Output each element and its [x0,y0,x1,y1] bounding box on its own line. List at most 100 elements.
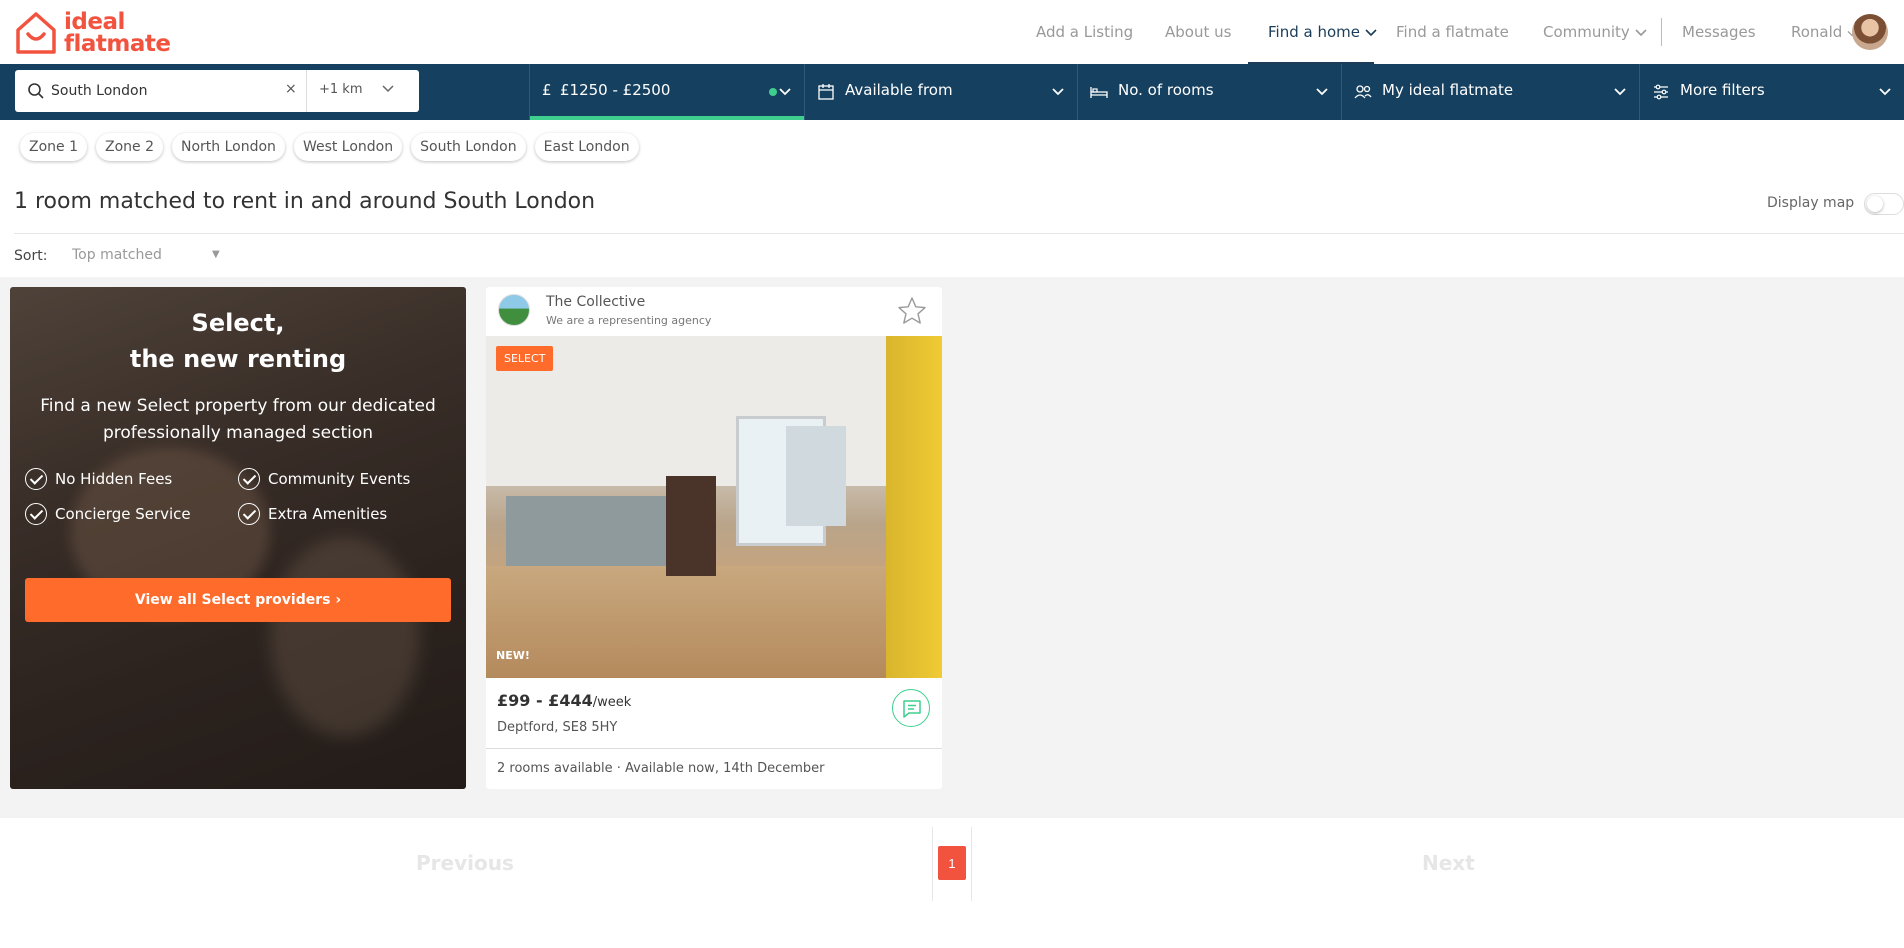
radius-select[interactable]: +1 km [319,82,363,97]
clear-icon[interactable]: × [285,81,297,97]
rooms-label: No. of rooms [1118,81,1214,99]
select-badge: SELECT [496,346,554,371]
listing-location: Deptford, SE8 5HY [497,720,618,735]
house-logo-icon [16,12,56,54]
previous-page-button[interactable]: Previous [416,851,514,875]
listing-price-unit: /week [592,695,632,710]
listing-photo[interactable]: SELECT NEW! [486,336,942,678]
view-select-providers-button[interactable]: View all Select providers › [25,578,451,622]
chat-icon [903,700,921,718]
agency-avatar [498,294,530,326]
next-page-button[interactable]: Next [1422,851,1475,875]
display-map-label: Display map [1767,195,1855,211]
available-from-filter[interactable]: Available from [804,64,1077,120]
chevron-down-icon [1365,29,1377,37]
nav-find-a-home[interactable]: Find a home [1268,23,1377,41]
user-menu[interactable]: Ronald [1791,23,1857,41]
more-filters[interactable]: More filters [1639,64,1904,120]
area-chips: Zone 1 Zone 2 North London West London S… [20,133,639,161]
logo[interactable]: ideal flatmate [14,10,171,56]
radius-divider [306,70,307,112]
promo-feature: Extra Amenities [238,503,387,525]
chip-south-london[interactable]: South London [411,133,526,161]
filter-bar: × +1 km £ £1250 - £2500 Available from N… [0,64,1904,120]
check-circle-icon [238,468,260,490]
nav-divider [1661,18,1662,46]
chevron-down-icon [1316,88,1328,96]
logo-text-line1: ideal [64,9,125,35]
nav-community[interactable]: Community [1543,23,1647,41]
chevron-down-icon[interactable] [381,82,395,96]
chip-zone-1[interactable]: Zone 1 [20,133,87,161]
price-filter[interactable]: £ £1250 - £2500 [529,64,804,120]
check-circle-icon [25,503,47,525]
top-header: ideal flatmate Add a Listing About us Fi… [0,0,1904,64]
photo-yellow-wall [886,336,942,678]
promo-feature: Concierge Service [25,503,191,525]
promo-feature-label: Concierge Service [55,505,191,523]
ideal-flatmate-filter[interactable]: My ideal flatmate [1341,64,1639,120]
search-icon [28,83,44,99]
chevron-down-icon [1879,88,1891,96]
sort-label: Sort: [14,248,48,264]
pagination-divider [971,827,972,901]
bed-icon [1090,87,1108,98]
available-from-label: Available from [845,81,953,99]
photo-furniture [666,476,716,576]
listing-availability: 2 rooms available · Available now, 14th … [497,761,825,776]
promo-feature-label: No Hidden Fees [55,470,173,488]
promo-title-line2: the new renting [129,345,347,373]
people-icon [1354,85,1372,99]
page-1-button[interactable]: 1 [938,846,966,880]
chip-west-london[interactable]: West London [293,133,403,161]
pound-icon: £ [542,81,552,99]
agency-name: The Collective [546,294,646,310]
promo-feature: Community Events [238,468,410,490]
active-filter-dot [769,88,777,96]
caret-down-icon[interactable]: ▼ [212,249,220,260]
nav-about-us[interactable]: About us [1165,23,1231,41]
chip-east-london[interactable]: East London [534,133,639,161]
chip-north-london[interactable]: North London [172,133,285,161]
price-filter-label: £1250 - £2500 [560,81,671,99]
nav-find-a-home-label: Find a home [1268,23,1360,41]
listing-card[interactable]: The Collective We are a representing age… [486,287,942,789]
location-search-input[interactable] [51,70,281,112]
rooms-filter[interactable]: No. of rooms [1077,64,1341,120]
logo-text-line2: flatmate [64,31,171,57]
sort-select[interactable]: Top matched [72,247,162,263]
new-badge: NEW! [496,649,530,662]
promo-title: Select, the new renting [10,305,466,377]
check-circle-icon [25,468,47,490]
results-title: 1 room matched to rent in and around Sou… [14,189,596,214]
star-icon[interactable] [897,296,927,326]
chip-zone-2[interactable]: Zone 2 [96,133,163,161]
message-button[interactable] [892,689,930,727]
chevron-down-icon [1614,88,1626,96]
select-promo-card: Select, the new renting Find a new Selec… [10,287,466,789]
logo-text: ideal flatmate [64,9,171,57]
calendar-icon [818,84,834,100]
chevron-down-icon [1052,88,1064,96]
sliders-icon [1654,84,1668,100]
promo-feature-label: Extra Amenities [268,505,388,523]
display-map-toggle[interactable] [1864,193,1904,215]
promo-feature-label: Community Events [268,470,411,488]
nav-add-listing[interactable]: Add a Listing [1036,23,1133,41]
price-filter-active-bar [530,116,804,120]
nav-messages[interactable]: Messages [1682,23,1756,41]
avatar[interactable] [1852,14,1888,50]
nav-find-a-flatmate[interactable]: Find a flatmate [1396,23,1509,41]
check-circle-icon [238,503,260,525]
agency-subtitle: We are a representing agency [546,314,712,327]
pagination-divider [932,827,933,901]
chevron-down-icon [1635,29,1647,37]
photo-floor [486,566,942,678]
listing-price: £99 - £444/week [497,691,631,710]
user-name: Ronald [1791,23,1843,41]
ideal-flatmate-label: My ideal flatmate [1382,81,1514,99]
divider [14,233,1904,234]
listing-price-value: £99 - £444 [497,691,593,710]
photo-window [786,426,846,526]
more-filters-label: More filters [1680,81,1765,99]
